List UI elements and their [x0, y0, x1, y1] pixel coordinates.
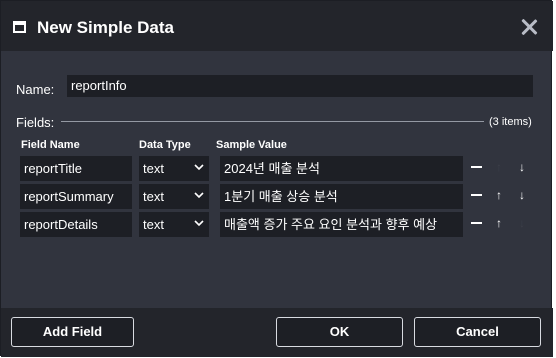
data-type-select[interactable]: text — [139, 212, 209, 237]
new-simple-data-dialog: New Simple Data Name: reportInfo Fields:… — [0, 0, 553, 357]
move-down-button: ↓ — [519, 216, 525, 230]
move-down-button[interactable]: ↓ — [514, 187, 530, 203]
data-type-select[interactable]: text — [139, 156, 209, 181]
sample-value-input[interactable]: 매출액 증가 주요 요인 분석과 향후 예상 — [220, 212, 463, 237]
field-name-input[interactable]: reportTitle — [20, 156, 132, 181]
minus-icon — [471, 194, 482, 196]
fields-count: (3 items) — [489, 116, 532, 128]
fields-divider — [61, 121, 484, 122]
window-icon — [13, 21, 26, 33]
dialog-title: New Simple Data — [37, 18, 174, 37]
minus-icon — [471, 222, 482, 224]
name-label: Name: — [16, 82, 55, 97]
close-icon[interactable] — [517, 15, 541, 39]
cancel-button[interactable]: Cancel — [414, 317, 541, 347]
data-type-value: text — [143, 217, 164, 232]
move-up-button: ↑ — [496, 160, 502, 174]
sample-value-input[interactable]: 2024년 매출 분석 — [220, 156, 463, 181]
title-bar: New Simple Data — [1, 1, 553, 51]
sample-value-input[interactable]: 1분기 매출 상승 분석 — [220, 184, 463, 209]
move-up-button[interactable]: ↑ — [491, 215, 507, 231]
data-type-select[interactable]: text — [139, 184, 209, 209]
remove-field-button[interactable] — [469, 187, 485, 203]
column-header-field-name: Field Name — [21, 139, 80, 151]
move-up-button[interactable]: ↑ — [491, 187, 507, 203]
name-input[interactable]: reportInfo — [67, 75, 533, 97]
remove-field-button[interactable] — [469, 159, 485, 175]
chevron-down-icon — [194, 220, 204, 227]
move-down-button[interactable]: ↓ — [514, 159, 530, 175]
data-type-value: text — [143, 189, 164, 204]
column-header-data-type: Data Type — [139, 139, 191, 151]
field-name-input[interactable]: reportDetails — [20, 212, 132, 237]
minus-icon — [471, 166, 482, 168]
ok-button[interactable]: OK — [276, 317, 403, 347]
fields-label: Fields: — [16, 115, 55, 130]
data-type-value: text — [143, 161, 164, 176]
column-header-sample-value: Sample Value — [216, 139, 287, 151]
field-name-input[interactable]: reportSummary — [20, 184, 132, 209]
remove-field-button[interactable] — [469, 215, 485, 231]
chevron-down-icon — [194, 192, 204, 199]
chevron-down-icon — [194, 164, 204, 171]
add-field-button[interactable]: Add Field — [11, 317, 134, 347]
